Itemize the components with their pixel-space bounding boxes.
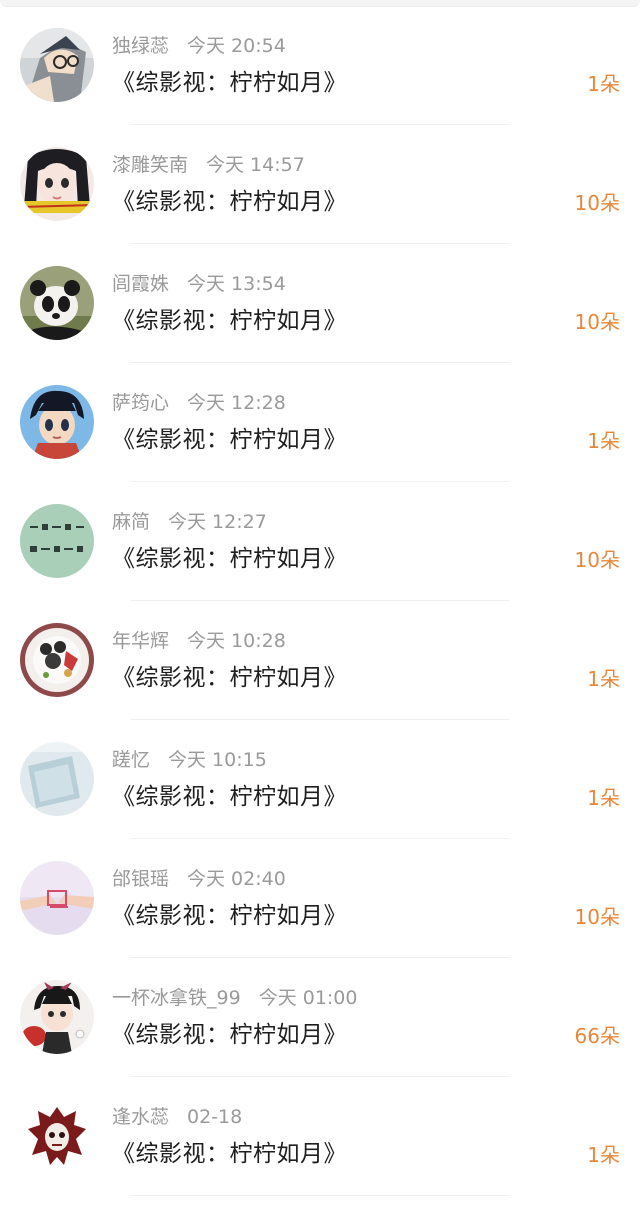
- timestamp: 今天 10:28: [187, 630, 286, 652]
- flower-count: 1朵: [587, 667, 620, 691]
- list-item[interactable]: 逢水蕊 02-18 《综影视：柠柠如月》 1朵: [0, 1077, 640, 1196]
- timestamp: 今天 14:57: [206, 154, 305, 176]
- user-name[interactable]: 麻简: [112, 511, 150, 533]
- user-name[interactable]: 一杯冰拿铁_99: [112, 987, 241, 1009]
- timestamp: 今天 10:15: [168, 749, 267, 771]
- list-item[interactable]: 蹉忆 今天 10:15 《综影视：柠柠如月》 1朵: [0, 720, 640, 839]
- timestamp: 今天 01:00: [258, 987, 358, 1009]
- avatar[interactable]: [20, 1099, 94, 1173]
- book-title[interactable]: 《综影视：柠柠如月》: [112, 663, 347, 693]
- book-title[interactable]: 《综影视：柠柠如月》: [112, 901, 347, 931]
- timestamp: 今天 12:27: [168, 511, 267, 533]
- calligraphy-avatar-icon: [20, 504, 94, 578]
- user-name[interactable]: 萨筠心: [112, 392, 169, 414]
- flower-count: 1朵: [587, 1143, 620, 1167]
- list-item[interactable]: 一杯冰拿铁_99 今天 01:00 《综影视：柠柠如月》 66朵: [0, 958, 640, 1077]
- entry-meta: 麻简 今天 12:27: [112, 510, 267, 534]
- avatar[interactable]: [20, 504, 94, 578]
- avatar[interactable]: [20, 385, 94, 459]
- flower-count: 10朵: [574, 310, 620, 334]
- row-divider: [130, 1195, 510, 1196]
- entry-meta: 萨筠心 今天 12:28: [112, 391, 286, 415]
- list-item[interactable]: 独绿蕊 今天 20:54 《综影视：柠柠如月》 1朵: [0, 6, 640, 125]
- avatar[interactable]: [20, 742, 94, 816]
- entry-meta: 年华辉 今天 10:28: [112, 629, 286, 653]
- list-item[interactable]: 麻简 今天 12:27 《综影视：柠柠如月》 10朵: [0, 482, 640, 601]
- holding-hands-avatar-icon: [20, 861, 94, 935]
- book-title[interactable]: 《综影视：柠柠如月》: [112, 425, 347, 455]
- entry-meta: 闾霞姝 今天 13:54: [112, 272, 286, 296]
- user-name[interactable]: 逢水蕊: [112, 1106, 169, 1128]
- book-title[interactable]: 《综影视：柠柠如月》: [112, 187, 347, 217]
- book-title[interactable]: 《综影视：柠柠如月》: [112, 782, 347, 812]
- entry-meta: 邰银瑶 今天 02:40: [112, 867, 286, 891]
- gift-list: 独绿蕊 今天 20:54 《综影视：柠柠如月》 1朵 漆雕笑南 今天 14:57 《…: [0, 6, 640, 1196]
- anime-pingpong-avatar-icon: [20, 980, 94, 1054]
- list-item[interactable]: 漆雕笑南 今天 14:57 《综影视：柠柠如月》 10朵: [0, 125, 640, 244]
- user-name[interactable]: 闾霞姝: [112, 273, 169, 295]
- flower-count: 10朵: [574, 548, 620, 572]
- book-title[interactable]: 《综影视：柠柠如月》: [112, 68, 347, 98]
- user-name[interactable]: 漆雕笑南: [112, 154, 188, 176]
- anime-character-avatar-icon: [20, 385, 94, 459]
- entry-meta: 逢水蕊 02-18: [112, 1105, 242, 1129]
- book-title[interactable]: 《综影视：柠柠如月》: [112, 1139, 347, 1169]
- flower-count: 66朵: [574, 1024, 620, 1048]
- book-title[interactable]: 《综影视：柠柠如月》: [112, 306, 347, 336]
- avatar[interactable]: [20, 980, 94, 1054]
- pale-blue-avatar-icon: [20, 742, 94, 816]
- food-plate-avatar-icon: [20, 623, 94, 697]
- timestamp: 02-18: [187, 1106, 243, 1128]
- list-item[interactable]: 闾霞姝 今天 13:54 《综影视：柠柠如月》 10朵: [0, 244, 640, 363]
- avatar[interactable]: [20, 623, 94, 697]
- flower-count: 1朵: [587, 786, 620, 810]
- user-name[interactable]: 邰银瑶: [112, 868, 169, 890]
- avatar[interactable]: [20, 28, 94, 102]
- timestamp: 今天 13:54: [187, 273, 286, 295]
- panda-avatar-icon: [20, 266, 94, 340]
- entry-meta: 独绿蕊 今天 20:54: [112, 34, 286, 58]
- timestamp: 今天 02:40: [187, 868, 286, 890]
- flower-count: 1朵: [587, 429, 620, 453]
- book-title[interactable]: 《综影视：柠柠如月》: [112, 544, 347, 574]
- timestamp: 今天 12:28: [187, 392, 286, 414]
- list-item[interactable]: 邰银瑶 今天 02:40 《综影视：柠柠如月》 10朵: [0, 839, 640, 958]
- anime-girl-avatar-icon: [20, 147, 94, 221]
- flower-count: 1朵: [587, 72, 620, 96]
- mascot-logo-avatar-icon: [20, 1099, 94, 1173]
- flower-count: 10朵: [574, 905, 620, 929]
- list-item[interactable]: 年华辉 今天 10:28 《综影视：柠柠如月》 1朵: [0, 601, 640, 720]
- entry-meta: 蹉忆 今天 10:15: [112, 748, 267, 772]
- user-name[interactable]: 独绿蕊: [112, 35, 169, 57]
- entry-meta: 一杯冰拿铁_99 今天 01:00: [112, 986, 357, 1010]
- book-title[interactable]: 《综影视：柠柠如月》: [112, 1020, 347, 1050]
- entry-meta: 漆雕笑南 今天 14:57: [112, 153, 305, 177]
- flower-count: 10朵: [574, 191, 620, 215]
- avatar[interactable]: [20, 861, 94, 935]
- timestamp: 今天 20:54: [187, 35, 286, 57]
- anime-boy-avatar-icon: [20, 28, 94, 102]
- user-name[interactable]: 年华辉: [112, 630, 169, 652]
- user-name[interactable]: 蹉忆: [112, 749, 150, 771]
- avatar[interactable]: [20, 266, 94, 340]
- avatar[interactable]: [20, 147, 94, 221]
- list-item[interactable]: 萨筠心 今天 12:28 《综影视：柠柠如月》 1朵: [0, 363, 640, 482]
